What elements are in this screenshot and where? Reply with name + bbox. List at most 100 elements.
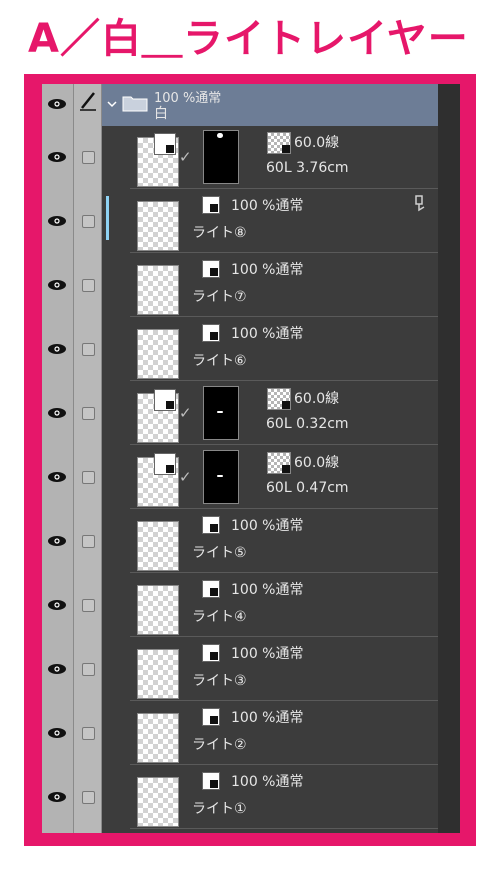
row-divider [130, 380, 438, 381]
layer-mask-thumbnail [203, 130, 239, 184]
eye-icon[interactable] [47, 535, 67, 547]
layer-thumbnail [137, 521, 179, 571]
layer-blend-mode: 100 %通常 [231, 646, 304, 662]
eye-icon[interactable] [47, 343, 67, 355]
edit-target-checkbox[interactable] [82, 279, 95, 292]
pencil-icon[interactable] [78, 90, 98, 112]
layer-row[interactable]: ✓ 60.0線 60L 0.47cm [42, 446, 438, 509]
halftone-icon [267, 452, 291, 474]
layer-blend-mode: 100 %通常 [231, 710, 304, 726]
layer-thumbnail [137, 201, 179, 251]
highlight-frame: 100 %通常 白 ✓ 60.0線 60L 3.76cm 100 %通常 ライト⑧ 100… [24, 74, 476, 846]
eye-icon[interactable] [47, 215, 67, 227]
edit-target-checkbox[interactable] [82, 727, 95, 740]
edit-target-checkbox[interactable] [82, 471, 95, 484]
tone-layer-icon [154, 133, 176, 155]
eye-icon[interactable] [47, 663, 67, 675]
tone-detail: 60L 0.47cm [266, 480, 349, 496]
row-divider [130, 252, 438, 253]
layer-row[interactable]: 100 %通常ライト① [42, 766, 438, 829]
layer-thumbnail [137, 649, 179, 699]
eye-icon[interactable] [47, 279, 67, 291]
layer-blend-mode: 100 %通常 [231, 518, 304, 534]
layer-name: ライト⑤ [192, 545, 247, 561]
layer-thumbnail [137, 329, 179, 379]
layer-row[interactable]: ✓ 60.0線 60L 0.32cm [42, 382, 438, 445]
edit-target-checkbox[interactable] [82, 599, 95, 612]
halftone-icon [267, 388, 291, 410]
layer-row[interactable]: 100 %通常ライト⑦ [42, 254, 438, 317]
eye-icon[interactable] [47, 471, 67, 483]
tone-detail: 60L 3.76cm [266, 160, 349, 176]
row-divider [130, 188, 438, 189]
layer-name: ライト④ [192, 609, 247, 625]
layer-blend-mode: 100 %通常 [231, 326, 304, 342]
layer-mask-thumbnail [203, 386, 239, 440]
halftone-icon [267, 132, 291, 154]
raster-layer-icon [202, 580, 220, 598]
scrollbar[interactable] [438, 84, 460, 833]
reference-layer-icon[interactable] [412, 194, 432, 214]
layer-blend-mode: 100 %通常 [231, 774, 304, 790]
page-title: A／白＿ライトレイヤー [28, 16, 469, 62]
edit-target-checkbox[interactable] [82, 791, 95, 804]
row-divider [130, 508, 438, 509]
selection-marker [106, 196, 109, 240]
layer-row[interactable]: ✓ 60.0線 60L 3.76cm [42, 126, 438, 189]
row-divider [130, 700, 438, 701]
raster-layer-icon [202, 772, 220, 790]
layer-thumbnail [137, 713, 179, 763]
tone-layer-icon [154, 453, 176, 475]
layer-row[interactable]: 100 %通常ライト⑥ [42, 318, 438, 381]
layer-panel: 100 %通常 白 ✓ 60.0線 60L 3.76cm 100 %通常 ライト⑧ 100… [42, 84, 460, 833]
edit-target-checkbox[interactable] [82, 407, 95, 420]
tone-detail: 60L 0.32cm [266, 416, 349, 432]
layer-thumbnail [137, 585, 179, 635]
layer-row[interactable]: 100 %通常 ライト⑧ [42, 190, 438, 253]
checkmark-icon: ✓ [179, 404, 192, 422]
tone-line-value: 60.0線 [294, 391, 340, 407]
eye-icon[interactable] [47, 599, 67, 611]
layer-row[interactable]: 100 %通常 ライト④ [42, 574, 438, 637]
eye-icon[interactable] [47, 151, 67, 163]
folder-layer-row[interactable]: 100 %通常 白 [102, 84, 438, 126]
row-divider [130, 828, 438, 829]
layer-name: ライト⑦ [192, 289, 247, 305]
edit-target-checkbox[interactable] [82, 215, 95, 228]
folder-icon [122, 96, 148, 112]
tone-layer-icon [154, 389, 176, 411]
folder-name: 白 [154, 106, 168, 122]
raster-layer-icon [202, 324, 220, 342]
layer-blend-mode: 100 %通常 [231, 198, 304, 214]
raster-layer-icon [202, 260, 220, 278]
layer-thumbnail [137, 265, 179, 315]
layer-row[interactable]: 100 %通常ライト⑤ [42, 510, 438, 573]
edit-target-checkbox[interactable] [82, 151, 95, 164]
checkmark-icon: ✓ [179, 148, 192, 166]
eye-icon[interactable] [47, 791, 67, 803]
layer-thumbnail [137, 777, 179, 827]
row-divider [130, 572, 438, 573]
eye-icon[interactable] [47, 98, 67, 110]
tone-line-value: 60.0線 [294, 135, 340, 151]
layer-name: ライト① [192, 801, 247, 817]
eye-icon[interactable] [47, 407, 67, 419]
checkmark-icon: ✓ [179, 468, 192, 486]
mask-dot [217, 133, 223, 138]
layer-name: ライト③ [192, 673, 247, 689]
layer-row[interactable]: 100 %通常 ライト② [42, 702, 438, 765]
tone-line-value: 60.0線 [294, 455, 340, 471]
layer-blend-mode: 100 %通常 [231, 262, 304, 278]
edit-target-checkbox[interactable] [82, 343, 95, 356]
layer-row[interactable]: 100 %通常ライト③ [42, 638, 438, 701]
row-divider [130, 444, 438, 445]
eye-icon[interactable] [47, 727, 67, 739]
chevron-down-icon[interactable] [107, 100, 117, 108]
layer-name: ライト⑥ [192, 353, 247, 369]
raster-layer-icon [202, 196, 220, 214]
edit-target-checkbox[interactable] [82, 663, 95, 676]
raster-layer-icon [202, 708, 220, 726]
row-divider [130, 764, 438, 765]
mask-dot [217, 411, 223, 413]
edit-target-checkbox[interactable] [82, 535, 95, 548]
